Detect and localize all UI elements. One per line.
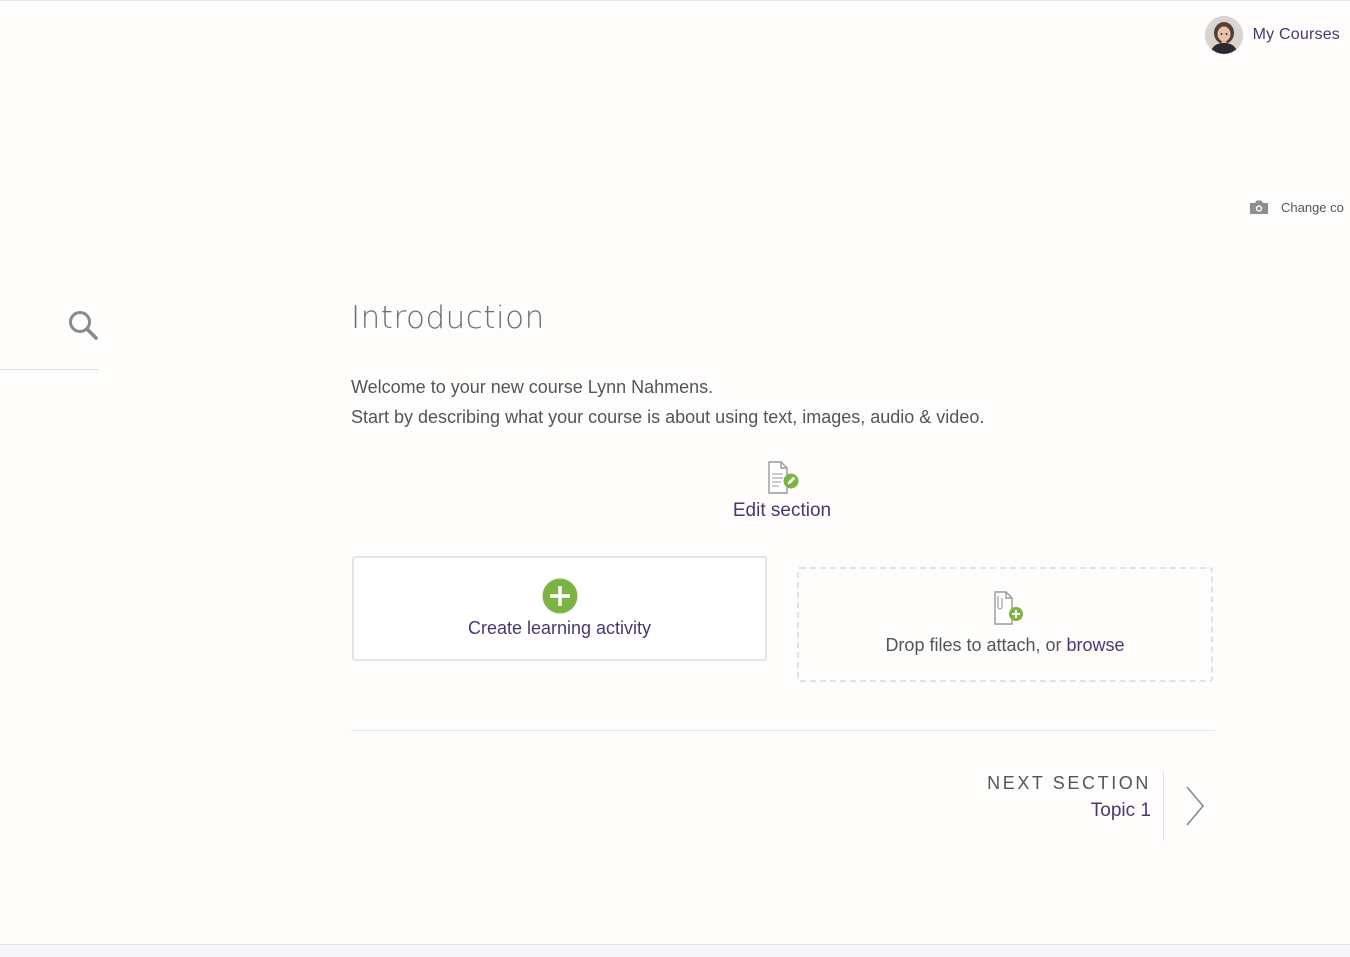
user-avatar[interactable] [1204, 16, 1243, 54]
my-courses-link[interactable]: My Courses [1253, 26, 1340, 44]
search-icon[interactable] [66, 308, 100, 342]
section-title: Introduction [351, 300, 545, 336]
create-learning-activity-label: Create learning activity [467, 618, 652, 638]
drop-files-text: Drop files to attach, or [885, 635, 1067, 655]
change-cover-label: Change co [1281, 199, 1344, 215]
edit-section-button[interactable]: Edit section [732, 460, 832, 522]
next-section-divider [1163, 771, 1164, 841]
camera-icon [1250, 200, 1268, 214]
file-drop-zone[interactable]: Drop files to attach, or browse [797, 567, 1213, 682]
browse-link[interactable]: browse [1067, 635, 1125, 655]
attach-file-icon [994, 591, 1023, 625]
next-section-link[interactable]: Next Section Topic 1 [987, 773, 1151, 822]
chevron-right-icon[interactable] [1182, 784, 1208, 828]
next-section-caption: Next Section [987, 773, 1151, 793]
edit-section-label: Edit section [732, 500, 832, 521]
search-divider [0, 369, 99, 370]
top-border [0, 0, 1350, 1]
next-section-topic[interactable]: Topic 1 [987, 800, 1151, 822]
create-learning-activity-button[interactable]: Create learning activity [352, 556, 767, 661]
section-summary: Welcome to your new course Lynn Nahmens.… [351, 372, 984, 432]
drop-files-label: Drop files to attach, or browse [885, 635, 1124, 655]
change-cover-button[interactable]: Change co [1249, 199, 1344, 215]
edit-document-icon [768, 461, 799, 494]
user-menu[interactable]: My Courses [1204, 16, 1340, 54]
plus-icon [542, 578, 577, 614]
footer-bar [0, 944, 1350, 957]
summary-line: Welcome to your new course Lynn Nahmens. [351, 377, 714, 397]
section-divider [351, 730, 1215, 731]
summary-line: Start by describing what your course is … [351, 407, 985, 427]
